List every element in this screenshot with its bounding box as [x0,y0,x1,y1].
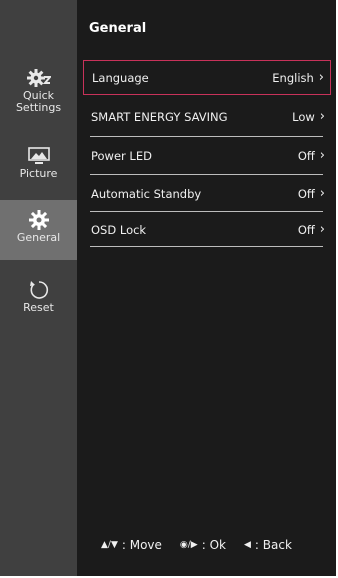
footer-hints: ▲/▼ : Move ◉/▶ : Ok ◀ : Back [101,538,292,552]
sidebar-item-label: Settings [15,101,62,114]
sidebar-item-picture[interactable]: Picture [0,145,77,207]
quick-settings-icon [26,67,51,89]
up-down-arrow-icon: ▲/▼ [101,540,118,550]
menu-item-value: English [272,70,314,85]
menu-item-value: Off [297,186,315,201]
menu-item-label: OSD Lock [91,222,147,237]
move-hint: ▲/▼ : Move [101,538,162,552]
move-hint-label: : Move [121,538,162,552]
menu-item-value: Off [297,148,315,163]
menu-item-automatic-standby[interactable]: Automatic Standby Off › [83,176,331,211]
divider [90,136,323,137]
menu-item-value: Off [297,222,315,237]
divider [90,174,323,175]
menu-item-label: Language [92,70,149,85]
ok-hint: ◉/▶ : Ok [180,538,226,552]
menu-item-value: Low [292,109,315,124]
sidebar-item-quick-settings[interactable]: Quick Settings [0,67,77,129]
menu-item-label: Automatic Standby [91,186,202,201]
sidebar-item-reset[interactable]: Reset [0,279,77,341]
sidebar-item-label: General [16,231,61,244]
back-hint-label: : Back [254,538,292,552]
menu-item-language[interactable]: Language English › [83,60,331,95]
sidebar: Quick Settings Picture General Reset [0,0,77,576]
gear-icon [27,209,51,231]
ok-hint-label: : Ok [201,538,226,552]
chevron-right-icon: › [319,221,325,237]
back-arrow-icon: ◀ [244,540,251,550]
page-title: General [89,21,147,36]
menu-item-osd-lock[interactable]: OSD Lock Off › [83,212,331,247]
picture-icon [27,145,51,167]
divider [90,246,323,247]
sidebar-item-label: Reset [23,301,54,314]
osd-menu: Quick Settings Picture General Reset Gen… [0,0,338,578]
menu-item-label: Power LED [91,148,152,163]
main-panel: General Language English › SMART ENERGY … [77,0,336,576]
reset-icon [27,279,51,301]
chevron-right-icon: › [319,147,325,163]
chevron-right-icon: › [318,69,324,85]
chevron-right-icon: › [319,108,325,124]
chevron-right-icon: › [319,185,325,201]
menu-item-label: SMART ENERGY SAVING [91,109,228,124]
sidebar-item-label: Picture [19,167,58,180]
sidebar-item-general[interactable]: General [0,200,77,260]
menu-item-smart-energy-saving[interactable]: SMART ENERGY SAVING Low › [83,99,331,134]
back-hint: ◀ : Back [244,538,292,552]
menu-item-power-led[interactable]: Power LED Off › [83,138,331,173]
ok-button-icon: ◉/▶ [179,540,198,550]
